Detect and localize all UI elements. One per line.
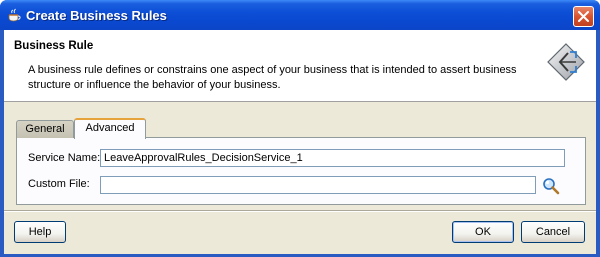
close-icon: [578, 11, 589, 22]
footer-divider-highlight: [4, 211, 596, 212]
title-bar[interactable]: Create Business Rules: [0, 0, 600, 30]
custom-file-label: Custom File:: [28, 178, 90, 190]
custom-file-field[interactable]: [100, 176, 536, 194]
header-description: A business rule defines or constrains on…: [28, 64, 517, 91]
business-rule-icon: [546, 42, 586, 82]
tab-panel-advanced: [16, 137, 586, 205]
dialog-body: Business Rule A business rule defines or…: [4, 30, 596, 254]
cancel-button-label: Cancel: [535, 226, 571, 238]
tab-general[interactable]: General: [16, 120, 74, 138]
window-title: Create Business Rules: [26, 8, 167, 23]
service-name-label: Service Name:: [28, 152, 101, 164]
help-button[interactable]: Help: [14, 221, 66, 243]
cancel-button[interactable]: Cancel: [521, 221, 585, 243]
close-button[interactable]: [573, 6, 594, 27]
help-button-label: Help: [28, 226, 52, 238]
coffee-cup-icon: [6, 7, 22, 23]
search-button[interactable]: [542, 177, 560, 195]
dialog-window: Create Business Rules Business Rule A bu…: [0, 0, 600, 257]
header-title: Business Rule: [14, 40, 94, 52]
ok-button[interactable]: OK: [452, 221, 514, 243]
tab-advanced[interactable]: Advanced: [74, 118, 146, 139]
magnifier-icon: [543, 178, 560, 195]
dialog-header: Business Rule A business rule defines or…: [4, 30, 596, 102]
service-name-field[interactable]: [100, 149, 565, 167]
ok-button-label: OK: [475, 226, 491, 238]
